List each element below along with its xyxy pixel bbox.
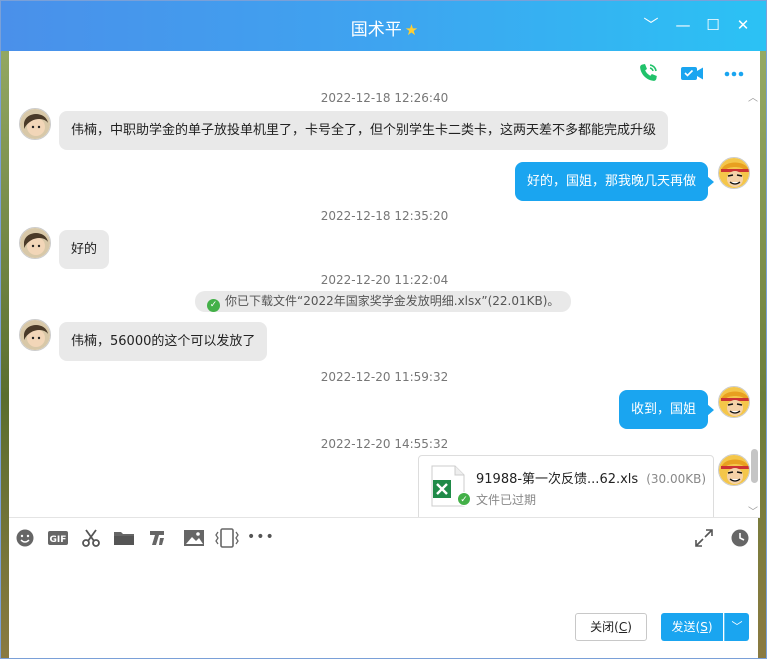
chat-header-tools <box>636 61 746 85</box>
message-bubble-outgoing: 收到，国姐 <box>618 390 715 429</box>
expand-icon[interactable] <box>694 528 716 548</box>
message-bubble-incoming: 伟楠，中职助学金的单子放投单机里了，卡号全了，但个别学生卡二类卡，这两天差不多都… <box>59 111 669 150</box>
message-bubble-outgoing: 好的，国姐，那我晚几天再做 <box>514 162 715 201</box>
clock-icon[interactable] <box>730 528 752 548</box>
send-button-label: 发送 <box>671 620 696 634</box>
desktop-background-left <box>1 1 9 658</box>
timestamp: 2022-12-18 12:35:20 <box>320 209 449 223</box>
scroll-down-arrow[interactable]: ﹀ <box>748 503 758 517</box>
message-bubble-incoming: 伟楠，56000的这个可以发放了 <box>59 322 268 361</box>
phone-icon[interactable] <box>636 61 664 85</box>
message-bubble-incoming: 好的 <box>59 230 110 269</box>
dropdown-window-button[interactable]: ﹀ <box>641 15 661 35</box>
more-tools-icon[interactable]: ••• <box>247 528 274 548</box>
scroll-up-arrow[interactable]: ︿ <box>748 89 758 104</box>
input-toolbar: GIF ••• <box>9 518 760 556</box>
close-button[interactable]: 关闭(C) <box>575 613 647 641</box>
check-icon: ✓ <box>457 492 471 506</box>
timestamp: 2022-12-20 11:59:32 <box>320 370 449 384</box>
star-icon: ★ <box>404 21 419 39</box>
more-icon[interactable] <box>720 61 748 85</box>
minimize-button[interactable]: — <box>673 15 693 35</box>
timestamp: 2022-12-20 14:55:32 <box>320 437 449 451</box>
download-notice-text: 你已下载文件“2022年国家奖学金发放明细.xlsx”(22.01KB)。 <box>225 294 560 308</box>
gif-icon[interactable]: GIF <box>47 528 69 548</box>
window-title: 国术平 <box>350 20 402 40</box>
send-button-key: S <box>700 620 708 634</box>
scrollbar-thumb[interactable] <box>751 449 758 483</box>
folder-icon[interactable] <box>113 528 135 548</box>
shake-icon[interactable] <box>215 528 239 548</box>
title-bar[interactable]: 国术平 ★ ﹀ — ☐ ✕ <box>1 1 766 51</box>
image-icon[interactable] <box>183 528 205 548</box>
check-icon: ✓ <box>207 299 220 312</box>
close-button-key: C <box>618 620 628 634</box>
chat-window: 国术平 ★ ﹀ — ☐ ✕ 2022-12-18 12:26:40 伟楠，中职助学… <box>0 0 767 659</box>
emoji-icon[interactable] <box>15 528 37 548</box>
file-status: 文件已过期 <box>476 493 537 507</box>
message-list[interactable]: 2022-12-18 12:26:40 伟楠，中职助学金的单子放投单机里了，卡号… <box>9 51 760 517</box>
avatar-self[interactable] <box>718 454 750 486</box>
file-size: (30.00KB) <box>646 472 707 486</box>
scissors-icon[interactable] <box>81 528 103 548</box>
avatar-contact[interactable] <box>19 319 51 351</box>
file-message-card[interactable]: ✓ 91988-第一次反馈...62.xls (30.00KB) 文件已过期 <box>418 455 714 517</box>
avatar-self[interactable] <box>718 157 750 189</box>
avatar-contact[interactable] <box>19 108 51 140</box>
maximize-button[interactable]: ☐ <box>703 15 723 35</box>
avatar-contact[interactable] <box>19 227 51 259</box>
download-notice: ✓ 你已下载文件“2022年国家奖学金发放明细.xlsx”(22.01KB)。 <box>195 291 572 312</box>
file-name: 91988-第一次反馈...62.xls <box>476 472 639 487</box>
message-input[interactable] <box>17 557 747 607</box>
rich-text-icon[interactable] <box>147 528 169 548</box>
timestamp: 2022-12-18 12:26:40 <box>320 91 449 105</box>
send-options-dropdown[interactable]: ﹀ <box>724 613 749 641</box>
send-button[interactable]: 发送(S) <box>661 613 723 641</box>
avatar-self[interactable] <box>718 386 750 418</box>
close-window-button[interactable]: ✕ <box>733 15 753 35</box>
timestamp: 2022-12-20 11:22:04 <box>320 273 449 287</box>
file-name-row: 91988-第一次反馈...62.xls (30.00KB) <box>476 468 706 487</box>
gif-label: GIF <box>50 535 67 545</box>
close-button-label: 关闭 <box>590 620 615 634</box>
video-icon[interactable] <box>678 61 706 85</box>
